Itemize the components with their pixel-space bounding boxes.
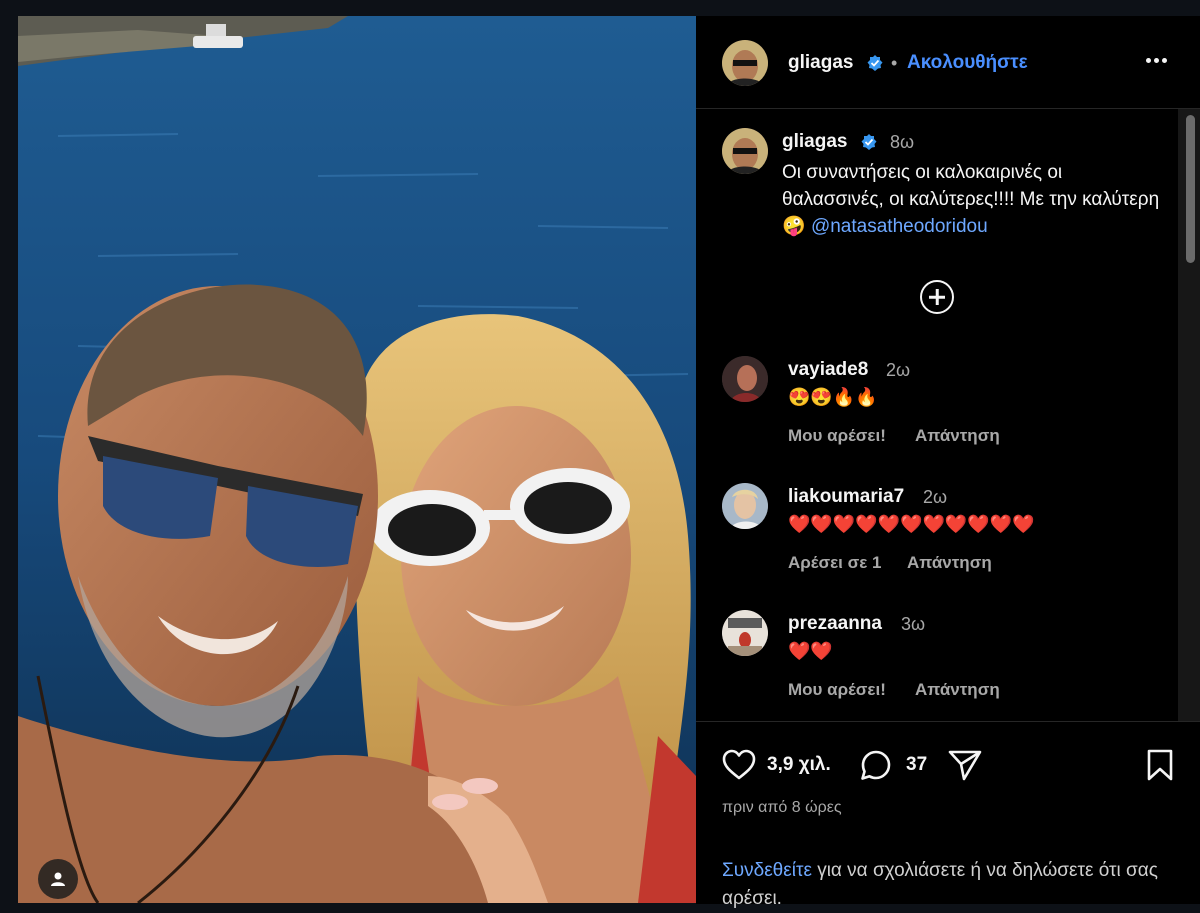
post-header: gliagas • Ακολουθήστε — [696, 16, 1200, 109]
comment-reply-button[interactable]: Απάντηση — [915, 426, 1000, 446]
comment-bubble-icon[interactable] — [859, 748, 893, 782]
comments-count[interactable]: 37 — [906, 754, 927, 776]
comments-scroll-area[interactable]: gliagas 8ω Οι συναντήσεις οι καλοκαιρινέ… — [696, 109, 1200, 721]
comment-avatar[interactable] — [722, 610, 768, 656]
add-comment-icon[interactable] — [920, 280, 954, 314]
comment-text: ❤️❤️ — [788, 641, 833, 661]
comment-text: ❤️❤️❤️❤️❤️❤️❤️❤️❤️❤️❤️ — [788, 514, 1035, 534]
follow-button[interactable]: Ακολουθήστε — [907, 52, 1028, 74]
comment-avatar[interactable] — [722, 483, 768, 529]
post-actions: 3,9 χιλ. 37 πριν από 8 ώρες Συνδεθείτε γ… — [696, 721, 1200, 909]
comment-time: 2ω — [923, 487, 948, 507]
comment-time: 3ω — [901, 614, 926, 634]
comment-like-button[interactable]: Μου αρέσει! — [788, 680, 886, 700]
caption-time: 8ω — [890, 132, 915, 152]
more-options-icon[interactable] — [1146, 50, 1172, 70]
commenter-avatar-image — [722, 356, 768, 402]
caption-author-avatar[interactable] — [722, 128, 768, 174]
login-prompt: Συνδεθείτε για να σχολιάσετε ή να δηλώσε… — [722, 857, 1182, 913]
scrollbar-thumb[interactable] — [1186, 115, 1195, 263]
top-strip — [0, 0, 1200, 16]
caption-mention-link[interactable]: @natasatheodoridou — [811, 216, 988, 237]
post-photo[interactable] — [18, 16, 696, 903]
likes-count[interactable]: 3,9 χιλ. — [767, 754, 831, 776]
posted-time: πριν από 8 ώρες — [722, 799, 842, 816]
heart-icon[interactable] — [722, 749, 756, 781]
verified-badge-icon — [867, 55, 883, 71]
author-avatar[interactable] — [722, 40, 768, 86]
author-username[interactable]: gliagas — [788, 52, 853, 74]
comment-text: 😍😍🔥🔥 — [788, 387, 878, 407]
comment-like-button[interactable]: Μου αρέσει! — [788, 426, 886, 446]
verified-badge-icon — [861, 134, 877, 150]
commenter-avatar-image — [722, 483, 768, 529]
post-image — [18, 16, 696, 903]
comment-username[interactable]: liakoumaria7 — [788, 486, 904, 508]
comment-likes-count[interactable]: Αρέσει σε 1 — [788, 553, 881, 573]
header-separator: • — [891, 53, 898, 73]
comment-reply-button[interactable]: Απάντηση — [915, 680, 1000, 700]
tagged-users-button[interactable] — [38, 859, 78, 899]
left-strip — [0, 0, 18, 903]
caption-avatar-image — [722, 128, 768, 174]
user-tag-icon — [51, 872, 65, 886]
caption-username[interactable]: gliagas — [782, 131, 847, 153]
comment-reply-button[interactable]: Απάντηση — [907, 553, 992, 573]
post-sidebar: gliagas • Ακολουθήστε gliagas 8ω Οι συνα… — [696, 16, 1200, 909]
comment-avatar[interactable] — [722, 356, 768, 402]
author-avatar-image — [722, 40, 768, 86]
commenter-avatar-image — [722, 610, 768, 656]
caption-text: Οι συναντήσεις οι καλοκαιρινές οι θαλασσ… — [782, 159, 1162, 240]
share-icon[interactable] — [947, 748, 983, 782]
comment-time: 2ω — [886, 360, 911, 380]
login-link[interactable]: Συνδεθείτε — [722, 860, 812, 881]
bookmark-icon[interactable] — [1146, 748, 1174, 782]
comment-username[interactable]: prezaanna — [788, 613, 882, 635]
comment-username[interactable]: vayiade8 — [788, 359, 868, 381]
